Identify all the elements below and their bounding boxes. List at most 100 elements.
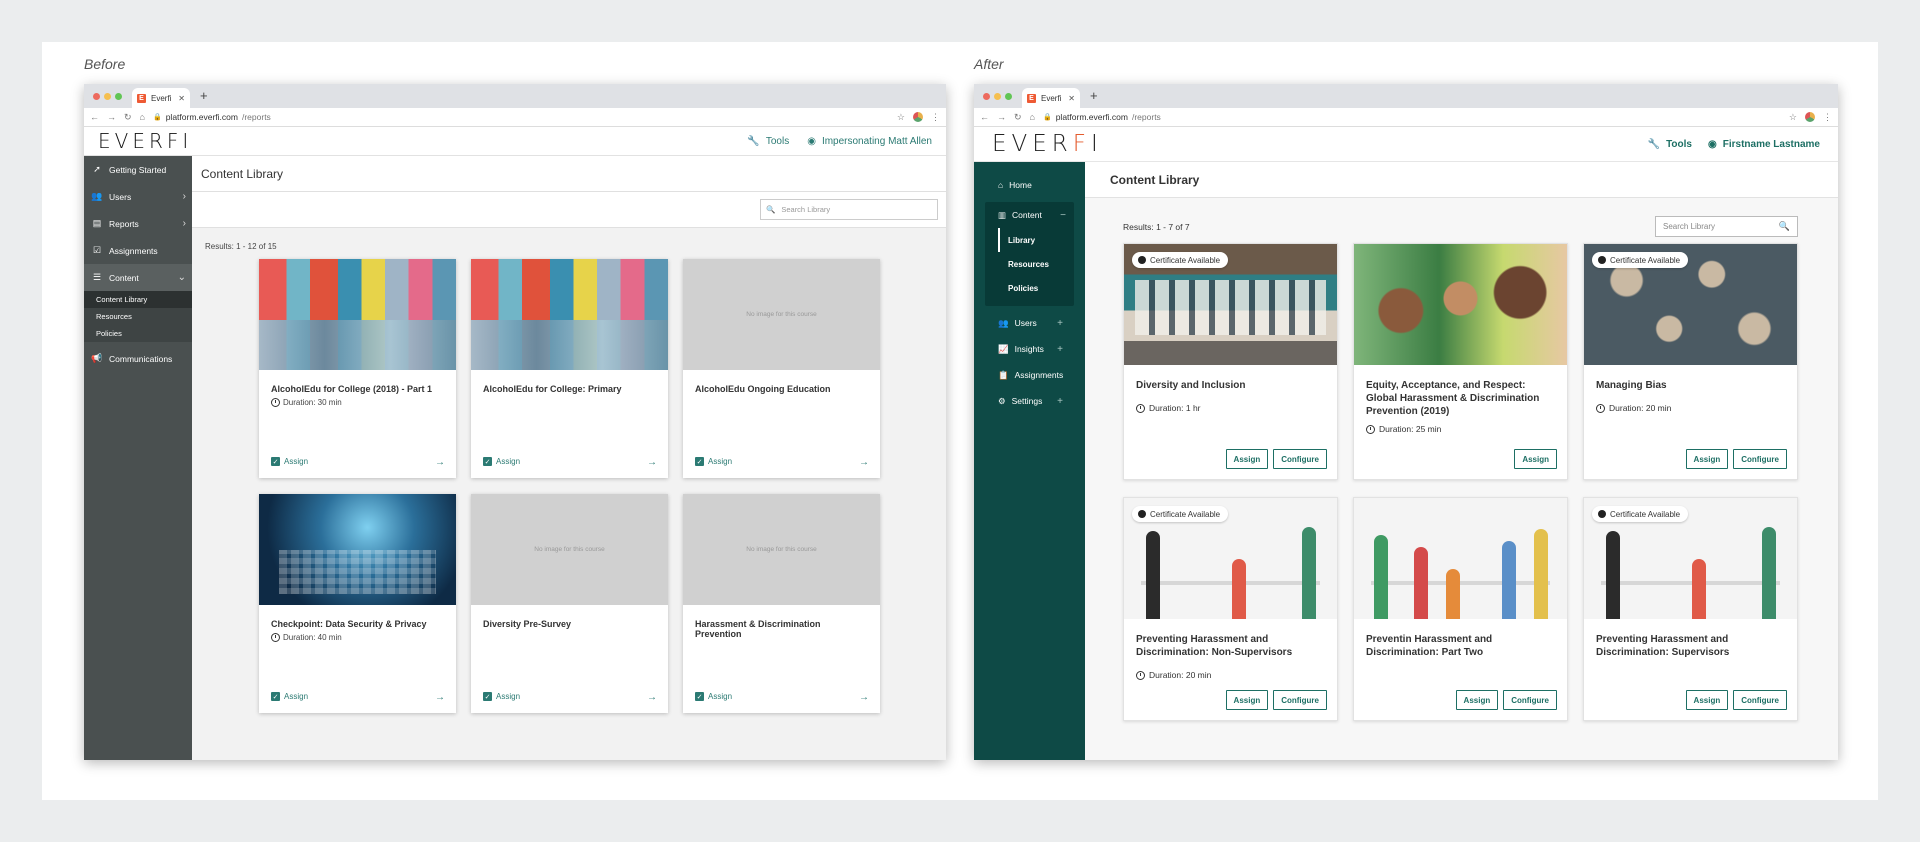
arrow-right-icon[interactable]: → [647,457,657,468]
sidebar-item-content[interactable]: ☰ Content ⌄ [84,264,192,291]
extension-icon[interactable] [1805,112,1815,122]
assign-button[interactable]: Assign [1514,449,1557,469]
course-card[interactable]: Checkpoint: Data Security & Privacy Dura… [259,494,456,713]
sidebar-item-insights[interactable]: 📈 Insights + [974,336,1085,362]
tab-strip: E Everfi ✕ + [974,84,1838,108]
sidebar-item-policies[interactable]: Policies [1000,276,1074,300]
assign-button[interactable]: ✓ Assign [271,457,308,466]
course-card[interactable]: AlcoholEdu for College: Primary ✓ Assign … [471,259,668,478]
bookmark-star-icon[interactable]: ☆ [897,112,905,123]
sidebar-item-getting-started[interactable]: ➚ Getting Started [84,156,192,183]
assign-button[interactable]: Assign [1685,690,1729,710]
user-circle-icon: ◉ [1708,138,1717,150]
course-card[interactable]: No image for this course AlcoholEdu Ongo… [683,259,880,478]
configure-button[interactable]: Configure [1733,690,1787,710]
sidebar-item-settings[interactable]: ⚙ Settings + [974,388,1085,414]
no-image-placeholder: No image for this course [683,259,880,370]
search-input[interactable]: Search Library 🔍 [1655,216,1798,237]
certificate-badge: Certificate Available [1132,252,1229,268]
everfi-logo[interactable]: EVERFI [992,131,1103,157]
url-field[interactable]: 🔒 platform.everfi.com/reports [153,112,271,122]
configure-button[interactable]: Configure [1503,690,1557,710]
everfi-logo[interactable]: EVERFI [98,129,192,153]
arrow-right-icon[interactable]: → [435,692,445,703]
arrow-right-icon[interactable]: → [859,692,869,703]
assign-button[interactable]: Assign [1225,690,1269,710]
close-tab-icon[interactable]: ✕ [178,94,185,103]
course-card[interactable]: No image for this course Harassment & Di… [683,494,880,713]
course-card[interactable]: Certificate Available Preventing Harassm… [1123,497,1338,721]
assign-button[interactable]: Assign [1685,449,1729,469]
course-card[interactable]: Equity, Acceptance, and Respect: Global … [1353,243,1568,480]
course-image [471,259,668,370]
search-input[interactable]: 🔍 Search Library [760,199,938,220]
course-card[interactable]: Preventin Harassment and Discrimination:… [1353,497,1568,721]
configure-button[interactable]: Configure [1273,449,1327,469]
arrow-right-icon[interactable]: → [647,692,657,703]
sidebar-item-resources[interactable]: Resources [1000,252,1074,276]
assign-button[interactable]: Assign [1455,690,1499,710]
course-card[interactable]: Certificate Available Diversity and Incl… [1123,243,1338,480]
extension-icon[interactable] [913,112,923,122]
sidebar-item-home[interactable]: ⌂ Home [974,172,1085,198]
home-icon[interactable]: ⌂ [1030,112,1035,122]
course-image [1354,498,1567,619]
assign-button[interactable]: ✓ Assign [695,457,732,466]
sidebar-item-content-library[interactable]: Content Library [84,291,192,308]
new-tab-icon[interactable]: + [1090,89,1098,103]
sidebar-item-resources[interactable]: Resources [84,308,192,325]
window-controls[interactable] [983,93,1012,100]
user-menu[interactable]: ◉ Firstname Lastname [1708,139,1820,150]
course-title: Equity, Acceptance, and Respect: Global … [1366,380,1540,417]
sidebar-item-policies[interactable]: Policies [84,325,192,342]
url-field[interactable]: 🔒 platform.everfi.com/reports [1043,112,1161,122]
assign-button[interactable]: ✓ Assign [695,692,732,701]
forward-icon[interactable]: → [107,112,116,122]
chevron-down-icon: ⌄ [177,272,186,283]
close-tab-icon[interactable]: ✕ [1068,94,1075,103]
menu-dots-icon[interactable]: ⋮ [931,112,940,123]
back-icon[interactable]: ← [90,112,99,122]
checkbox-icon: ✓ [483,457,492,466]
configure-button[interactable]: Configure [1733,449,1787,469]
sidebar-item-users[interactable]: 👥 Users + [974,310,1085,336]
chart-icon: 📈 [998,343,1009,354]
back-icon[interactable]: ← [980,112,989,122]
assign-button[interactable]: ✓ Assign [483,692,520,701]
bookmark-star-icon[interactable]: ☆ [1789,112,1797,123]
sidebar-item-assignments[interactable]: 📋 Assignments [974,362,1085,388]
sidebar-item-content[interactable]: ▥ Content − [985,202,1074,228]
assign-button[interactable]: Assign [1225,449,1269,469]
configure-button[interactable]: Configure [1273,690,1327,710]
sidebar-item-library[interactable]: Library [998,228,1074,252]
app-header: EVERFI 🔧 Tools ◉ Impersonating Matt Allen [84,127,946,156]
reload-icon[interactable]: ↻ [1014,112,1022,123]
everfi-favicon-icon: E [1027,93,1036,103]
clipboard-icon: 📋 [998,369,1009,380]
course-card[interactable]: No image for this course Diversity Pre-S… [471,494,668,713]
arrow-right-icon[interactable]: → [859,457,869,468]
browser-tab[interactable]: E Everfi ✕ [1022,88,1080,108]
sidebar-item-assignments[interactable]: ☑ Assignments [84,237,192,264]
course-card[interactable]: Certificate Available Managing Bias Dura… [1583,243,1798,480]
tools-link[interactable]: 🔧 Tools [1648,139,1692,150]
menu-dots-icon[interactable]: ⋮ [1823,112,1832,123]
assign-button[interactable]: ✓ Assign [483,457,520,466]
course-card[interactable]: Certificate Available Preventing Harassm… [1583,497,1798,721]
tools-link[interactable]: 🔧 Tools [747,136,789,147]
new-tab-icon[interactable]: + [200,89,208,103]
arrow-right-icon[interactable]: → [435,457,445,468]
forward-icon[interactable]: → [997,112,1006,122]
sidebar-item-users[interactable]: 👥 Users › [84,183,192,210]
browser-tab[interactable]: E Everfi ✕ [132,88,190,108]
sidebar-item-reports[interactable]: ▤ Reports › [84,210,192,237]
course-title: Checkpoint: Data Security & Privacy [271,619,427,629]
users-icon: 👥 [998,317,1009,328]
window-controls[interactable] [93,93,122,100]
user-menu[interactable]: ◉ Impersonating Matt Allen [807,136,932,147]
assign-button[interactable]: ✓ Assign [271,692,308,701]
home-icon[interactable]: ⌂ [140,112,145,122]
sidebar-item-communications[interactable]: 📢 Communications [84,345,192,372]
course-card[interactable]: AlcoholEdu for College (2018) - Part 1 D… [259,259,456,478]
reload-icon[interactable]: ↻ [124,112,132,123]
